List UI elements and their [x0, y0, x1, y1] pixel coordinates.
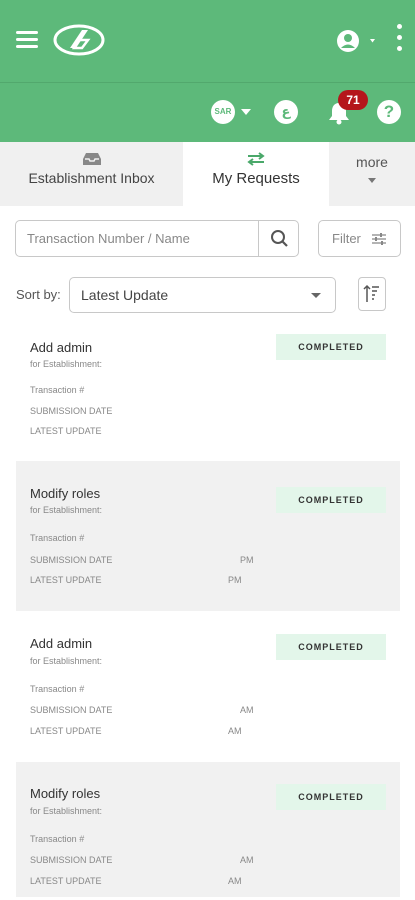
chevron-down-icon — [368, 178, 376, 183]
latest-update-value: AM — [228, 876, 242, 886]
submission-date-label: SUBMISSION DATE — [30, 705, 113, 715]
request-card[interactable]: Modify roles for Establishment: COMPLETE… — [16, 461, 400, 611]
user-avatar-icon — [337, 30, 375, 52]
transaction-number-label: Transaction # — [30, 834, 85, 844]
request-card[interactable]: Modify roles for Establishment: COMPLETE… — [16, 762, 400, 897]
tab-establishment-inbox[interactable]: Establishment Inbox — [0, 142, 183, 206]
currency-icon: SAR — [211, 100, 235, 124]
top-app-bar — [0, 0, 415, 82]
search-icon — [271, 230, 288, 247]
request-title: Modify roles — [30, 786, 101, 801]
filter-button[interactable]: Filter — [318, 220, 401, 257]
submission-date-value: AM — [240, 705, 254, 715]
menu-icon[interactable] — [16, 31, 38, 49]
request-title: Add admin — [30, 636, 93, 651]
request-subtitle: for Establishment: — [30, 656, 103, 666]
latest-update-label: LATEST UPDATE — [30, 876, 102, 886]
filter-label: Filter — [332, 231, 361, 246]
request-title: Modify roles — [30, 486, 101, 501]
latest-update-label: LATEST UPDATE — [30, 426, 102, 436]
search-box — [15, 220, 299, 257]
tab-my-requests[interactable]: My Requests — [183, 142, 329, 207]
status-badge: COMPLETED — [276, 487, 386, 513]
latest-update-label: LATEST UPDATE — [30, 575, 102, 585]
submission-date-label: SUBMISSION DATE — [30, 406, 113, 416]
currency-selector[interactable]: SAR — [211, 100, 257, 124]
submission-date-value: AM — [240, 855, 254, 865]
tab-label: My Requests — [212, 170, 300, 187]
latest-update-value: PM — [228, 575, 242, 585]
tab-label: Establishment Inbox — [28, 170, 155, 186]
latest-update-label: LATEST UPDATE — [30, 726, 102, 736]
sliders-icon — [372, 233, 386, 245]
request-title: Add admin — [30, 340, 93, 355]
transaction-number-label: Transaction # — [30, 684, 85, 694]
inbox-icon — [82, 153, 101, 165]
sort-descending-icon — [363, 284, 379, 302]
search-input[interactable] — [16, 221, 258, 256]
logo — [53, 24, 105, 56]
request-card[interactable]: Add admin for Establishment: COMPLETED T… — [16, 622, 400, 772]
status-badge: COMPLETED — [276, 784, 386, 810]
submission-date-label: SUBMISSION DATE — [30, 855, 113, 865]
sort-label: Sort by: — [16, 287, 61, 302]
tab-more[interactable]: more — [329, 142, 415, 206]
help-icon[interactable]: ? — [377, 100, 401, 124]
tab-label: more — [356, 154, 388, 170]
request-subtitle: for Establishment: — [30, 359, 103, 369]
submission-date-label: SUBMISSION DATE — [30, 555, 113, 565]
chevron-down-icon — [311, 293, 321, 298]
status-badge: COMPLETED — [276, 334, 386, 360]
notifications-count-badge: 71 — [338, 90, 368, 110]
status-badge: COMPLETED — [276, 634, 386, 660]
latest-update-value: AM — [228, 726, 242, 736]
transaction-number-label: Transaction # — [30, 385, 85, 395]
sort-order-button[interactable] — [358, 277, 386, 311]
transaction-number-label: Transaction # — [30, 533, 85, 543]
user-menu[interactable] — [336, 28, 380, 54]
request-subtitle: for Establishment: — [30, 505, 103, 515]
language-switch-icon[interactable]: ع — [274, 100, 298, 124]
request-tabs: Establishment Inbox My Requests more — [0, 142, 415, 207]
sort-selected-value: Latest Update — [81, 287, 169, 303]
request-card[interactable]: Add admin for Establishment: COMPLETED T… — [16, 326, 400, 476]
sort-select[interactable]: Latest Update — [69, 277, 336, 313]
swap-arrows-icon — [247, 152, 265, 166]
request-subtitle: for Establishment: — [30, 806, 103, 816]
submission-date-value: PM — [240, 555, 254, 565]
chevron-down-icon — [241, 109, 251, 115]
more-options-icon[interactable] — [394, 24, 404, 58]
search-button[interactable] — [258, 221, 299, 256]
